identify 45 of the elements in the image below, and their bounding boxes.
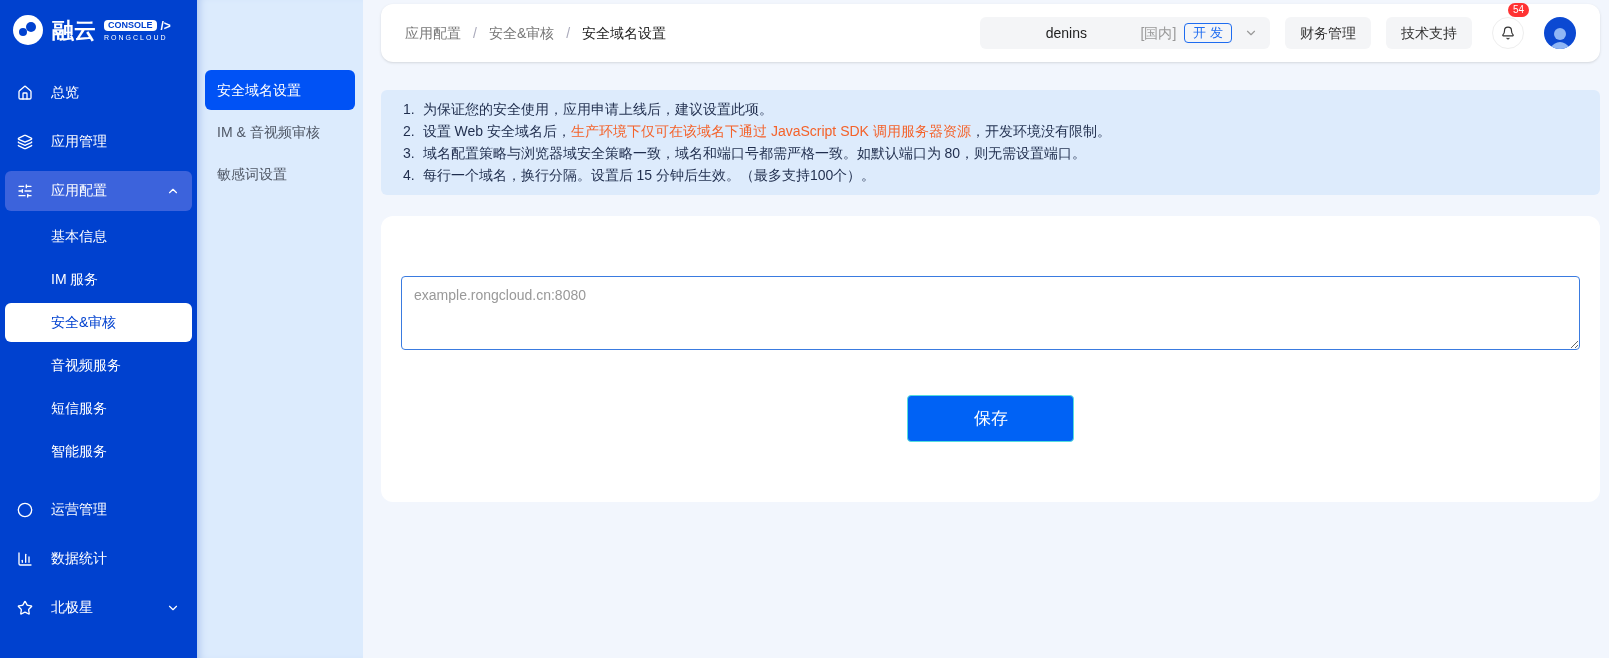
domain-input-field[interactable]: example.rongcloud.cn:8080 xyxy=(401,276,1580,350)
breadcrumb-item[interactable]: 安全&审核 xyxy=(488,22,555,44)
logo-icon xyxy=(12,14,44,46)
notice-text: 1. 为保证您的安全使用，应用申请上线后，建议设置此项。 xyxy=(403,100,774,119)
region-label: [国内] xyxy=(1140,23,1177,43)
sidebar-item[interactable]: 数据统计 xyxy=(5,538,192,579)
header-button[interactable]: 技术支持 xyxy=(1386,17,1472,49)
header-button[interactable]: 财务管理 xyxy=(1285,17,1371,49)
logo-mark: /> xyxy=(160,19,171,32)
subnav-item[interactable]: IM & 音视频审核 xyxy=(205,112,355,152)
notice-text: 4. 每行一个域名，换行分隔。设置后 15 分钟后生效。（最多支持100个）。 xyxy=(403,166,877,185)
save-button[interactable]: 保存 xyxy=(907,395,1074,442)
bar-chart-icon xyxy=(17,550,33,567)
sidebar-item[interactable]: 运营管理 xyxy=(5,489,192,530)
breadcrumb-separator: / xyxy=(566,23,571,43)
subnav-item[interactable]: 安全域名设置 xyxy=(205,70,355,110)
home-icon xyxy=(17,84,33,101)
avatar[interactable] xyxy=(1544,17,1576,49)
sidebar-subitem[interactable]: 基本信息 xyxy=(5,217,192,256)
breadcrumb-item: 安全域名设置 xyxy=(582,23,667,43)
breadcrumb-item[interactable]: 应用配置 xyxy=(405,22,461,44)
sidebar-subitem[interactable]: 智能服务 xyxy=(5,432,192,471)
sidebar-subitem[interactable]: IM 服务 xyxy=(5,260,192,299)
layers-icon xyxy=(17,133,33,150)
star-icon xyxy=(17,599,33,616)
user-silhouette-icon xyxy=(1549,25,1571,49)
notice-text: 3. 域名配置策略与浏览器域安全策略一致，域名和端口号都需严格一致。如默认端口为 80，则无需设置端口。 xyxy=(403,144,1088,163)
sidebar-item[interactable]: 应用管理 xyxy=(5,121,192,162)
sliders-icon xyxy=(17,182,33,199)
console-badge: CONSOLE xyxy=(104,20,157,31)
notification-badge: 54 xyxy=(1508,3,1530,17)
sidebar-subitem[interactable]: 安全&审核 xyxy=(5,303,192,342)
sidebar-subitem[interactable]: 短信服务 xyxy=(5,389,192,428)
sidebar-item[interactable]: 总览 xyxy=(5,72,192,113)
sidebar-item[interactable]: 应用配置 xyxy=(5,170,192,211)
sidebar-subitem[interactable]: 音视频服务 xyxy=(5,346,192,385)
breadcrumb-separator: / xyxy=(473,23,477,43)
bell-icon xyxy=(1501,26,1515,40)
logo-text: 融云 xyxy=(52,16,96,45)
env-tag: 开 发 xyxy=(1184,23,1232,43)
sidebar-item[interactable]: 北极星 xyxy=(5,587,192,628)
circle-icon xyxy=(17,501,33,518)
app-selector[interactable]: denins [国内] 开 发 xyxy=(980,17,1270,49)
notice-text: 2. 设置 Web 安全域名后，生产环境下仅可在该域名下通过 JavaScript SDK 调用服务器资源，开发环境没有限制。 xyxy=(403,122,1112,141)
subnav-item[interactable]: 敏感词设置 xyxy=(205,154,355,194)
